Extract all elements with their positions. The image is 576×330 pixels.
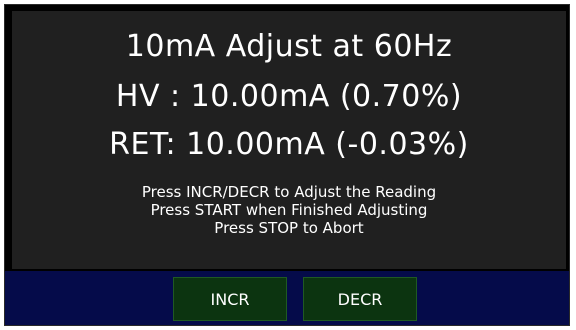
- button-bar: INCR DECR: [5, 271, 569, 325]
- adjust-title: 10mA Adjust at 60Hz: [125, 29, 453, 64]
- instructions: Press INCR/DECR to Adjust the Reading Pr…: [12, 183, 566, 237]
- instruction-line: Press START when Finished Adjusting: [150, 201, 428, 219]
- ret-reading: RET: 10.00mA (-0.03%): [109, 127, 469, 162]
- readout-panel: 10mA Adjust at 60Hz HV : 10.00mA (0.70%)…: [12, 11, 566, 269]
- hv-reading: HV : 10.00mA (0.70%): [115, 79, 463, 114]
- instruction-line: Press INCR/DECR to Adjust the Reading: [141, 183, 437, 201]
- incr-button[interactable]: INCR: [173, 277, 287, 321]
- instruction-line: Press STOP to Abort: [214, 219, 364, 237]
- decr-button[interactable]: DECR: [303, 277, 417, 321]
- device-screen: 10mA Adjust at 60Hz HV : 10.00mA (0.70%)…: [4, 4, 570, 326]
